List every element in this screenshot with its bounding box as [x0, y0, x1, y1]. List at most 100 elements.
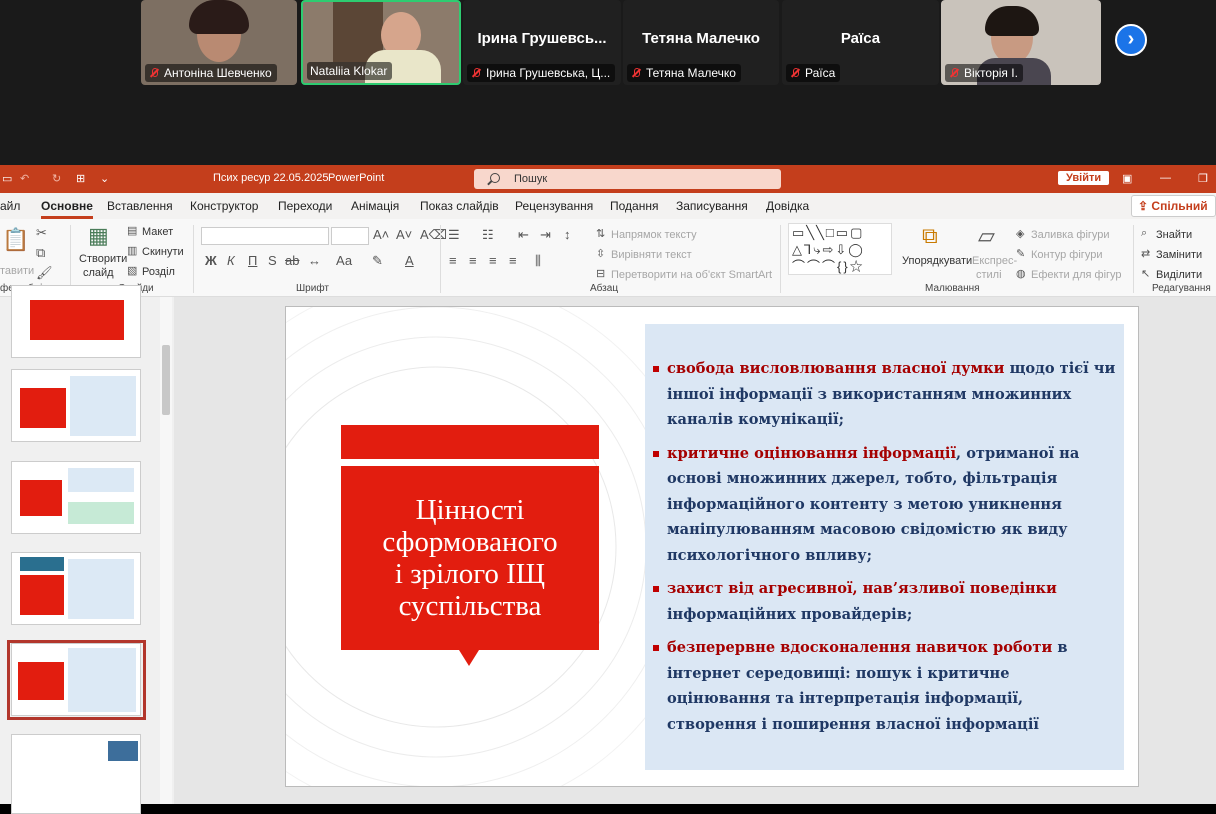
shadow-button[interactable]: S: [268, 253, 277, 268]
slide-thumbnail[interactable]: Інформаційне суспільство і освіта: [11, 552, 141, 625]
tab-record[interactable]: Записування: [676, 199, 748, 213]
ribbon-display-icon[interactable]: ▣: [1122, 172, 1132, 185]
align-right-icon[interactable]: ≡: [489, 253, 497, 268]
participant-tile[interactable]: Ірина Грушевсь... Ірина Грушевська, Ц...: [463, 0, 621, 85]
text-direction-button[interactable]: Напрямок тексту: [611, 229, 697, 241]
participant-display-name: Тетяна Малечко: [642, 30, 760, 47]
customize-icon[interactable]: ⌄: [100, 172, 109, 185]
present-icon[interactable]: ⊞: [76, 172, 85, 185]
layout-button[interactable]: Макет: [142, 226, 173, 238]
shape-fill-button[interactable]: Заливка фігури: [1031, 229, 1110, 241]
numbering-icon[interactable]: ☷: [482, 227, 494, 243]
align-left-icon[interactable]: ≡: [449, 253, 457, 268]
participant-tile[interactable]: Вікторія І.: [941, 0, 1101, 85]
bullets-icon[interactable]: ☰: [448, 227, 460, 243]
font-name-dropdown[interactable]: [201, 227, 329, 245]
strikethrough-button[interactable]: ab: [285, 253, 299, 268]
slide-thumbnail[interactable]: Ключові документи: [11, 734, 141, 814]
decrease-font-icon[interactable]: A˅: [396, 227, 412, 242]
copy-icon[interactable]: ⧉: [36, 245, 45, 261]
find-button[interactable]: Знайти: [1156, 229, 1192, 241]
undo-icon[interactable]: ↶: [20, 172, 29, 185]
tab-insert[interactable]: Вставлення: [107, 199, 173, 213]
thumbnail-scrollbar[interactable]: [160, 297, 172, 804]
slide-title[interactable]: Цінності сформованого і зрілого ІЩ суспі…: [382, 494, 557, 622]
align-center-icon[interactable]: ≡: [469, 253, 477, 268]
bullet-highlight: безперервне вдосконалення навичок роботи: [667, 639, 1053, 656]
quick-styles-label2[interactable]: стилі: [976, 269, 1002, 281]
increase-font-icon[interactable]: A˄: [373, 227, 389, 242]
next-participants-button[interactable]: ›: [1115, 24, 1147, 56]
title-line: і зрілого ІЩ: [394, 558, 546, 590]
shape-outline-icon: ✎: [1016, 248, 1026, 260]
tab-file[interactable]: айл: [0, 199, 20, 213]
tab-design[interactable]: Конструктор: [190, 199, 258, 213]
group-editing: Редагування: [1152, 283, 1211, 294]
select-button[interactable]: Виділити: [1156, 269, 1202, 281]
italic-button[interactable]: К: [227, 253, 235, 268]
paste-icon[interactable]: 📋: [2, 227, 29, 253]
slide-thumbnail[interactable]: Освіта: виховання і навчання: [11, 369, 141, 442]
search-box[interactable]: Пошук: [474, 169, 781, 189]
change-case-button[interactable]: Аа: [336, 253, 352, 268]
minimize-icon[interactable]: —: [1160, 172, 1171, 184]
shape-outline-button[interactable]: Контур фігури: [1031, 249, 1102, 261]
replace-button[interactable]: Замінити: [1156, 249, 1202, 261]
paste-label[interactable]: тавити: [0, 265, 34, 277]
save-icon[interactable]: ▭: [2, 172, 12, 185]
align-text-icon: ⇳: [596, 248, 606, 260]
participant-tile[interactable]: Антоніна Шевченко: [141, 0, 297, 85]
new-slide-label2[interactable]: слайд: [83, 267, 114, 279]
quick-styles-icon[interactable]: ▱: [978, 223, 995, 249]
bullet-highlight: критичне оцінювання інформації: [667, 444, 957, 462]
font-color-button[interactable]: А: [405, 253, 414, 268]
tab-animations[interactable]: Анімація: [351, 199, 399, 213]
content-textbox[interactable]: свобода висловлювання власної думки щодо…: [645, 324, 1124, 770]
smartart-button[interactable]: Перетворити на об'єкт SmartArt: [611, 269, 772, 281]
tab-view[interactable]: Подання: [610, 199, 658, 213]
justify-icon[interactable]: ≡: [509, 253, 517, 268]
scrollbar-thumb[interactable]: [162, 345, 170, 415]
arrange-icon[interactable]: ⧉: [922, 223, 938, 249]
section-button[interactable]: Розділ: [142, 266, 175, 278]
columns-icon[interactable]: ⫼: [535, 253, 541, 269]
tab-transitions[interactable]: Переходи: [278, 199, 332, 213]
tab-review[interactable]: Рецензування: [515, 199, 593, 213]
participant-tile[interactable]: Тетяна Малечко Тетяна Малечко: [623, 0, 779, 85]
search-icon: [490, 173, 500, 183]
restore-icon[interactable]: ❐: [1198, 172, 1208, 185]
bold-button[interactable]: Ж: [205, 253, 217, 268]
arrange-button[interactable]: Упорядкувати: [902, 255, 972, 267]
participant-tile-active[interactable]: Nataliia Klokar: [301, 0, 461, 85]
tab-home[interactable]: Основне: [41, 199, 93, 219]
new-slide-button[interactable]: Створити: [79, 253, 127, 265]
increase-indent-icon[interactable]: ⇥: [540, 227, 551, 243]
current-slide[interactable]: Цінності сформованого і зрілого ІЩ суспі…: [285, 306, 1139, 787]
clear-format-icon[interactable]: A⌫: [420, 227, 447, 243]
divider: [1133, 225, 1134, 293]
slide-thumbnail[interactable]: Види продовжити навчання: [11, 461, 141, 534]
spacing-icon[interactable]: ↔: [308, 253, 321, 268]
participant-tile[interactable]: Раїса Раїса: [782, 0, 939, 85]
quick-styles-button[interactable]: Експрес-: [972, 255, 1017, 267]
reset-button[interactable]: Скинути: [142, 246, 184, 258]
new-slide-icon[interactable]: ▦: [88, 223, 109, 249]
align-text-button[interactable]: Вирівняти текст: [611, 249, 692, 261]
section-icon: ▧: [127, 265, 138, 277]
shapes-gallery[interactable]: ▭╲╲□▭▢ △⅂⤷⇨⇩◯ ⌒⌒⌒{}☆: [788, 223, 892, 275]
highlight-icon[interactable]: ✎: [372, 253, 383, 269]
format-painter-icon[interactable]: 🖌: [36, 265, 53, 281]
share-button[interactable]: ⇪ Спільний до: [1131, 195, 1216, 233]
title-box[interactable]: Цінності сформованого і зрілого ІЩ суспі…: [341, 466, 599, 666]
font-size-dropdown[interactable]: [331, 227, 369, 245]
line-spacing-icon[interactable]: ↕: [564, 227, 571, 242]
tab-slideshow[interactable]: Показ слайдів: [420, 199, 499, 213]
redo-icon[interactable]: ↻: [52, 172, 61, 185]
slide-thumbnail[interactable]: Шестопал Антоніна Михайлівна ...: [11, 285, 141, 358]
decrease-indent-icon[interactable]: ⇤: [518, 227, 529, 243]
signin-button[interactable]: Увійти: [1058, 171, 1110, 185]
cut-icon[interactable]: ✂: [36, 225, 47, 241]
shape-effects-button[interactable]: Ефекти для фігур: [1031, 269, 1122, 281]
tab-help[interactable]: Довідка: [766, 199, 809, 213]
underline-button[interactable]: П: [248, 253, 257, 268]
